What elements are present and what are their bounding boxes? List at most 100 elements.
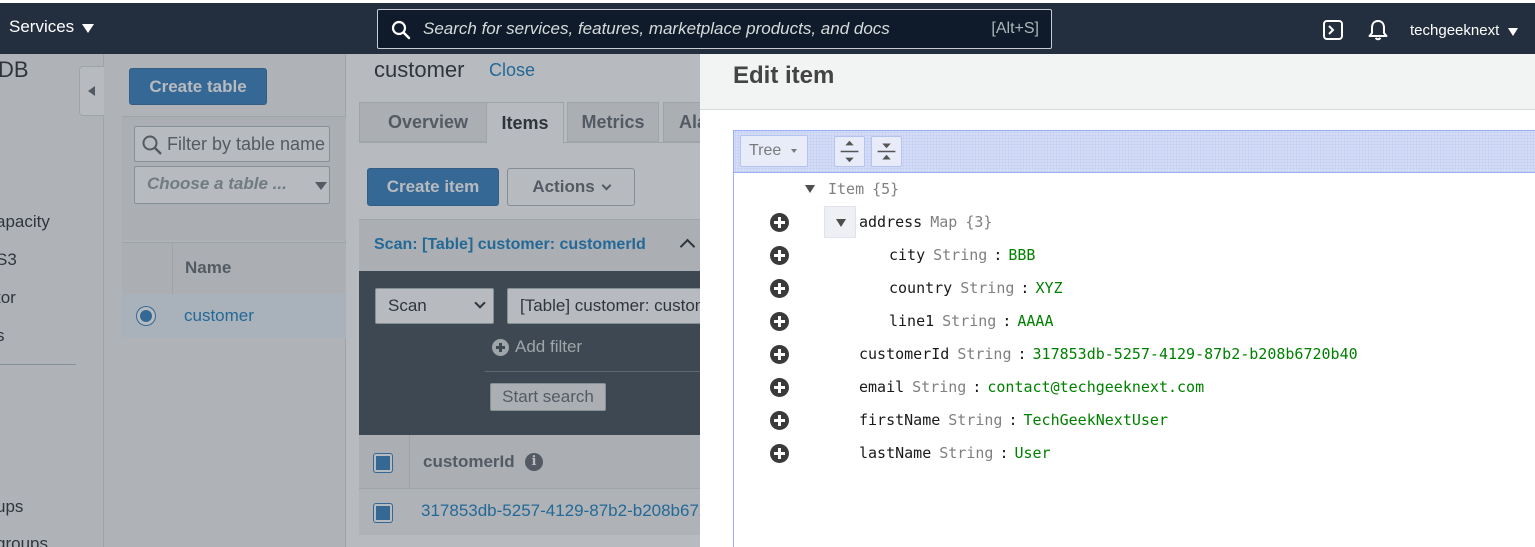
add-circle-icon[interactable] (770, 213, 789, 232)
tab-metrics[interactable]: Metrics (567, 102, 659, 142)
view-mode-dropdown[interactable]: Tree (740, 135, 808, 167)
account-menu[interactable]: techgeeknext (1410, 22, 1519, 39)
top-navigation: Services [Alt+S] techgeeknext (0, 0, 1535, 54)
tree-separator: : (999, 444, 1009, 462)
modal-title: Edit item (733, 62, 835, 89)
tree-separator: : (972, 378, 982, 396)
tree-value[interactable]: BBB (1008, 246, 1035, 264)
add-circle-icon[interactable] (770, 411, 789, 430)
start-search-button[interactable]: Start search (490, 383, 606, 411)
search-input[interactable] (423, 10, 963, 48)
tree-separator: : (1020, 279, 1030, 297)
tree-separator: : (993, 246, 1003, 264)
tree-value[interactable]: XYZ (1035, 279, 1062, 297)
actions-label: Actions (532, 177, 595, 196)
select-all-checkbox[interactable] (374, 454, 392, 472)
tree-key: line1 (889, 312, 935, 330)
collapse-toggle-icon[interactable] (836, 219, 846, 227)
add-circle-icon[interactable] (770, 378, 789, 397)
scan-target-select[interactable]: [Table] customer: customerId (507, 288, 700, 324)
table-name-link[interactable]: customer (184, 306, 254, 326)
search-icon (142, 135, 162, 155)
add-circle-icon[interactable] (770, 345, 789, 364)
tree-count: {3} (965, 213, 993, 231)
expand-all-icon[interactable] (834, 136, 865, 167)
table-radio-selected[interactable] (137, 307, 155, 325)
search-bar[interactable]: [Alt+S] (377, 9, 1052, 49)
scan-mode-select[interactable]: Scan (375, 288, 494, 324)
add-circle-icon[interactable] (770, 279, 789, 298)
modal-header: Edit item (700, 54, 1535, 110)
choose-table-select[interactable]: Choose a table ... (134, 166, 330, 204)
table-row[interactable]: customer (122, 294, 346, 338)
info-icon[interactable]: i (525, 453, 543, 471)
tree-key: country (889, 279, 953, 297)
sidebar-item-tor[interactable]: tor (0, 288, 16, 308)
tree-node-firstname[interactable]: firstName String : TechGeekNextUser (859, 408, 1168, 432)
tree-key: email (859, 378, 905, 396)
tree-value[interactable]: 317853db-5257-4129-87b2-b208b6720b40 (1033, 345, 1358, 363)
close-link[interactable]: Close (489, 60, 535, 81)
add-circle-icon (492, 338, 509, 356)
add-circle-icon[interactable] (770, 312, 789, 331)
chevron-up-icon[interactable] (679, 238, 696, 255)
dynamodb-console-background: DB apacity S3 tor s ups groups Create ta… (0, 54, 700, 547)
chevron-down-icon (601, 180, 612, 190)
actions-button[interactable]: Actions (507, 168, 635, 206)
tree-node-line1[interactable]: line1 String : AAAA (889, 309, 1054, 333)
collapse-all-icon[interactable] (871, 136, 902, 167)
tree-node-city[interactable]: city String : BBB (889, 243, 1035, 267)
tree-type: String (957, 345, 1012, 363)
table-row[interactable]: 317853db-5257-4129-87b2-b208b6720b40 (359, 489, 700, 535)
collapse-toggle-icon[interactable] (805, 185, 815, 193)
add-filter-button[interactable]: Add filter (492, 337, 582, 357)
tree-node-country[interactable]: country String : XYZ (889, 276, 1063, 300)
column-header-name: Name (185, 258, 232, 277)
scan-header[interactable]: Scan: [Table] customer: customerId (359, 219, 700, 271)
create-item-button[interactable]: Create item (367, 168, 499, 206)
search-icon (391, 20, 411, 40)
tab-overview[interactable]: Overview (359, 102, 497, 142)
tree-type: Map (930, 213, 958, 231)
filter-tables-input[interactable]: Filter by table name (134, 126, 330, 162)
create-table-button[interactable]: Create table (129, 68, 267, 105)
tree-key: firstName (859, 411, 941, 429)
tree-node-address[interactable]: address Map {3} (859, 210, 992, 234)
tab-items[interactable]: Items (486, 102, 564, 144)
services-menu[interactable]: Services (9, 17, 95, 37)
add-circle-icon[interactable] (770, 444, 789, 463)
edit-item-modal: Edit item Tree Item {5} address Map {3} … (700, 54, 1535, 547)
tree-key: lastName (859, 444, 932, 462)
tree-type: String (912, 378, 967, 396)
collapse-sidebar-button[interactable] (79, 66, 104, 116)
sidebar-item-capacity[interactable]: apacity (0, 212, 50, 232)
tree-node-customerid[interactable]: customerId String : 317853db-5257-4129-8… (859, 342, 1358, 366)
bell-icon[interactable] (1367, 19, 1389, 41)
column-header-customerid[interactable]: customerId (423, 452, 515, 472)
tree-value[interactable]: User (1014, 444, 1050, 462)
scan-title[interactable]: Scan: [Table] customer: customerId (374, 236, 646, 254)
sidebar-item-groups[interactable]: ups (0, 497, 23, 517)
collapse-toggle-box[interactable] (824, 206, 856, 238)
tree-value[interactable]: TechGeekNextUser (1024, 411, 1169, 429)
tree-type: String (939, 444, 994, 462)
tree-node-email[interactable]: email String : contact@techgeeknext.com (859, 375, 1204, 399)
results-header: customerId i (359, 435, 700, 489)
json-editor: Tree Item {5} address Map {3} city Strin… (733, 130, 1535, 547)
row-checkbox[interactable] (374, 504, 392, 522)
tab-alarms[interactable]: Ala (663, 102, 700, 142)
add-circle-icon[interactable] (770, 246, 789, 265)
sidebar-item-s[interactable]: s (0, 326, 5, 346)
tree-value[interactable]: AAAA (1017, 312, 1053, 330)
tree-node-lastname[interactable]: lastName String : User (859, 441, 1051, 465)
tables-panel: Create table Filter by table name Choose… (104, 54, 346, 547)
customerid-link[interactable]: 317853db-5257-4129-87b2-b208b6720b40 (421, 501, 700, 521)
tree-value[interactable]: contact@techgeeknext.com (987, 378, 1204, 396)
cloudshell-icon[interactable] (1322, 19, 1344, 41)
tree-type: String (942, 312, 997, 330)
view-mode-label: Tree (749, 142, 782, 159)
tree-root: Item {5} (828, 177, 899, 201)
sidebar-item-subgroups[interactable]: groups (0, 534, 48, 547)
sidebar-item-s3[interactable]: S3 (0, 250, 17, 270)
table-detail: customer Close Overview Items Metrics Al… (346, 54, 700, 547)
